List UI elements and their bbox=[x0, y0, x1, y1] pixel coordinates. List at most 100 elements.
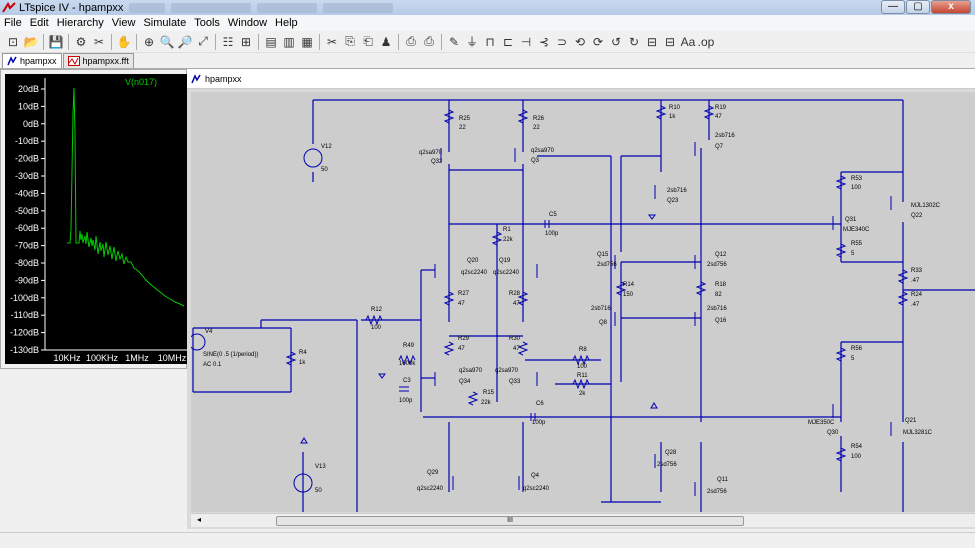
menu-simulate[interactable]: Simulate bbox=[139, 17, 190, 29]
plot-area[interactable]: V(n017) 20dB 10dB 0dB -10dB -20dB -30dB -40dB -… bbox=[5, 74, 187, 364]
toolbar-button-26[interactable]: ⊰ bbox=[535, 33, 553, 51]
toolbar-button-12[interactable]: ▤ bbox=[262, 33, 280, 51]
toolbar-button-31[interactable]: ↻ bbox=[625, 33, 643, 51]
toolbar-button-6[interactable]: ⊕ bbox=[140, 33, 158, 51]
component-label: 2sb716 bbox=[591, 306, 611, 312]
horizontal-scrollbar[interactable]: ◂ III bbox=[191, 513, 975, 527]
toolbar-button-3[interactable]: ⚙ bbox=[72, 33, 90, 51]
component-label: 1k bbox=[669, 114, 676, 120]
toolbar-button-19[interactable]: ⎙ bbox=[402, 33, 420, 51]
maximize-button[interactable]: ▢ bbox=[906, 0, 930, 14]
window-title: LTspice IV - hpampxx bbox=[19, 1, 124, 14]
toolbar-button-0[interactable]: ⊡ bbox=[4, 33, 22, 51]
schematic-window[interactable]: hpampxx R25 22 R26 22 R10 1k R19 47 2sb7… bbox=[187, 69, 975, 529]
x-tick-label: 10KHz bbox=[53, 353, 81, 363]
tab-label: hpampxx bbox=[20, 56, 57, 66]
menu-view[interactable]: View bbox=[108, 17, 140, 29]
toolbar-button-27[interactable]: ⊃ bbox=[553, 33, 571, 51]
component-label: q2sc2240 bbox=[493, 270, 520, 276]
schematic-canvas[interactable]: R25 22 R26 22 R10 1k R19 47 2sb716 Q7 q2sa970 Q32 q2… bbox=[191, 92, 975, 512]
component-label: .47 bbox=[911, 278, 920, 284]
scroll-left-arrow-icon[interactable]: ◂ bbox=[193, 515, 205, 527]
component-label: V4 bbox=[205, 329, 213, 335]
component-label: R33 bbox=[911, 268, 923, 274]
toolbar-button-15[interactable]: ✂ bbox=[323, 33, 341, 51]
toolbar-button-11[interactable]: ⊞ bbox=[237, 33, 255, 51]
component-label: Q33 bbox=[509, 379, 521, 385]
menu-file[interactable]: File bbox=[0, 17, 26, 29]
title-bar: LTspice IV - hpampxx — ▢ x bbox=[0, 0, 975, 15]
toolbar-button-34[interactable]: Aa bbox=[679, 33, 697, 51]
scrollbar-thumb[interactable]: III bbox=[276, 516, 744, 526]
component-label: 22k bbox=[503, 237, 514, 243]
toolbar-button-13[interactable]: ▥ bbox=[280, 33, 298, 51]
component-label: 100 bbox=[577, 364, 588, 370]
component-label: 100 bbox=[851, 454, 862, 460]
menu-hierarchy[interactable]: Hierarchy bbox=[53, 17, 108, 29]
ltspice-logo-icon bbox=[2, 1, 16, 13]
toolbar-button-24[interactable]: ⊏ bbox=[499, 33, 517, 51]
component-label: 2k bbox=[579, 391, 586, 397]
toolbar-button-7[interactable]: 🔍 bbox=[158, 33, 176, 51]
toolbar-button-10[interactable]: ☷ bbox=[219, 33, 237, 51]
component-label: Q20 bbox=[467, 258, 479, 264]
toolbar-button-20[interactable]: ⎙ bbox=[420, 33, 438, 51]
components bbox=[191, 105, 909, 496]
toolbar-button-5[interactable]: ✋ bbox=[115, 33, 133, 51]
component-label: Q30 bbox=[827, 430, 839, 436]
toolbar-button-21[interactable]: ✎ bbox=[445, 33, 463, 51]
schematic-header: hpampxx bbox=[187, 69, 975, 89]
tab-hpampxx-fft[interactable]: hpampxx.fft bbox=[62, 53, 134, 68]
taskbar-tab bbox=[323, 2, 394, 13]
toolbar-button-30[interactable]: ↺ bbox=[607, 33, 625, 51]
fft-plot-window[interactable]: V(n017) 20dB 10dB 0dB -10dB -20dB -30dB -40dB -… bbox=[0, 69, 187, 369]
toolbar-button-23[interactable]: ⊓ bbox=[481, 33, 499, 51]
component-label: MJL3281C bbox=[903, 430, 933, 436]
component-label: .47 bbox=[911, 302, 920, 308]
toolbar-button-2[interactable]: 💾 bbox=[47, 33, 65, 51]
toolbar-button-25[interactable]: ⊣ bbox=[517, 33, 535, 51]
minimize-button[interactable]: — bbox=[881, 0, 905, 14]
toolbar-button-32[interactable]: ⊟ bbox=[643, 33, 661, 51]
close-button[interactable]: x bbox=[931, 0, 971, 14]
toolbar-button-18[interactable]: ♟ bbox=[377, 33, 395, 51]
menu-edit[interactable]: Edit bbox=[26, 17, 53, 29]
trace-label[interactable]: V(n017) bbox=[125, 77, 157, 87]
y-tick-label: -40dB bbox=[15, 188, 39, 198]
toolbar-button-29[interactable]: ⟳ bbox=[589, 33, 607, 51]
toolbar-button-22[interactable]: ⏚ bbox=[463, 33, 481, 51]
toolbar-button-1[interactable]: 📂 bbox=[22, 33, 40, 51]
schematic-icon bbox=[191, 73, 201, 83]
circuit-diagram[interactable]: R25 22 R26 22 R10 1k R19 47 2sb716 Q7 q2sa970 Q32 q2… bbox=[191, 92, 975, 512]
menu-window[interactable]: Window bbox=[224, 17, 271, 29]
toolbar-button-33[interactable]: ⊟ bbox=[661, 33, 679, 51]
y-tick-label: -130dB bbox=[10, 345, 39, 355]
menu-tools[interactable]: Tools bbox=[190, 17, 224, 29]
toolbar-button-16[interactable]: ⎘ bbox=[341, 33, 359, 51]
fft-plot[interactable]: V(n017) 20dB 10dB 0dB -10dB -20dB -30dB -40dB -… bbox=[5, 74, 187, 364]
toolbar-button-4[interactable]: ✂ bbox=[90, 33, 108, 51]
x-tick-label: 100KHz bbox=[86, 353, 119, 363]
x-axis-ticks: 10KHz 100KHz 1MHz 10MHz bbox=[53, 353, 186, 363]
toolbar-button-9[interactable]: ⤢ bbox=[194, 33, 212, 51]
menu-help[interactable]: Help bbox=[271, 17, 302, 29]
component-label: R28 bbox=[509, 291, 521, 297]
component-label: R56 bbox=[851, 346, 863, 352]
component-label: Q15 bbox=[597, 252, 609, 258]
component-label: 100 bbox=[851, 185, 862, 191]
toolbar-button-14[interactable]: ▦ bbox=[298, 33, 316, 51]
waveform-icon bbox=[67, 56, 80, 66]
toolbar-button-17[interactable]: ⎗ bbox=[359, 33, 377, 51]
component-label: Q22 bbox=[911, 213, 923, 219]
component-label: R55 bbox=[851, 241, 863, 247]
component-label: Q8 bbox=[599, 320, 608, 326]
component-label: 1k bbox=[299, 360, 306, 366]
component-label: R11 bbox=[577, 373, 588, 379]
component-label: Q31 bbox=[845, 217, 857, 223]
toolbar-button-28[interactable]: ⟲ bbox=[571, 33, 589, 51]
component-label: R18 bbox=[715, 282, 727, 288]
tab-hpampxx[interactable]: hpampxx bbox=[2, 53, 62, 68]
toolbar-button-35[interactable]: .op bbox=[697, 33, 715, 51]
y-tick-label: -60dB bbox=[15, 223, 39, 233]
toolbar-button-8[interactable]: 🔎 bbox=[176, 33, 194, 51]
